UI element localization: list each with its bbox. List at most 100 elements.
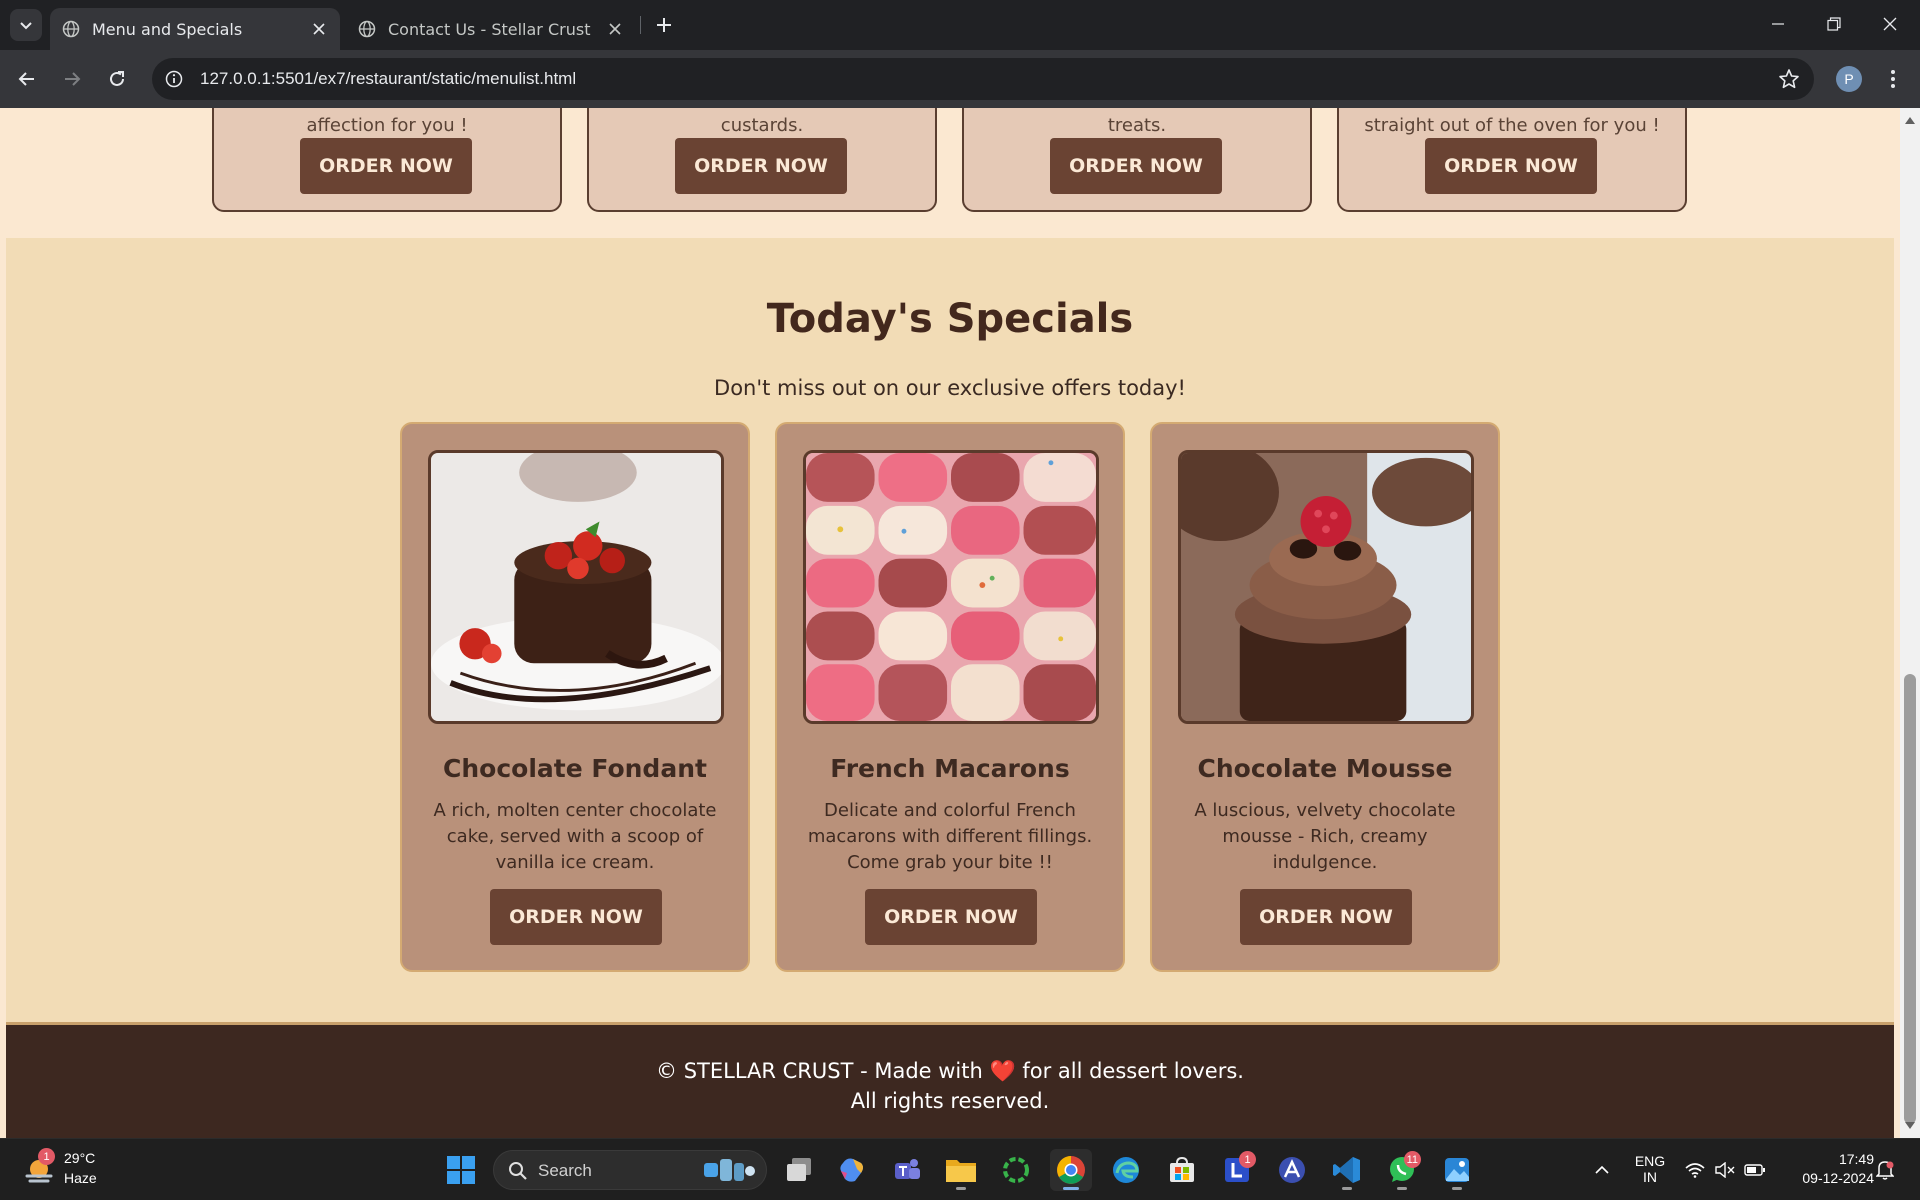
specials-subtitle: Don't miss out on our exclusive offers t…	[714, 376, 1186, 400]
page-scrollbar[interactable]	[1900, 108, 1920, 1138]
special-description: A luscious, velvety chocolate mousse - R…	[1194, 800, 1456, 873]
special-name: Chocolate Mousse	[1197, 754, 1453, 783]
profile-avatar[interactable]: P	[1836, 66, 1862, 92]
special-name: Chocolate Fondant	[443, 754, 707, 783]
arrow-left-icon	[18, 72, 34, 86]
order-now-button[interactable]: ORDER NOW	[865, 889, 1037, 945]
menu-card-text: straight out of the oven for you !	[1364, 115, 1660, 136]
tab-divider	[640, 16, 641, 34]
tab-menu-and-specials[interactable]: Menu and Specials	[50, 8, 340, 50]
more-menu-icon[interactable]	[1880, 64, 1906, 94]
specials-title: Today's Specials	[766, 296, 1134, 342]
todays-specials-section: Today's Specials Don't miss out on our e…	[6, 238, 1894, 1028]
site-info-icon[interactable]	[156, 61, 192, 97]
order-now-button[interactable]: ORDER NOW	[675, 138, 847, 194]
order-now-button[interactable]: ORDER NOW	[1240, 889, 1412, 945]
globe-icon	[62, 20, 80, 38]
page-viewport: affection for you ! ORDER NOW custards. …	[0, 108, 1920, 1138]
scroll-down-arrow-icon[interactable]	[1904, 1120, 1916, 1132]
chevron-up-icon[interactable]	[1582, 1149, 1622, 1191]
new-tab-button[interactable]	[650, 11, 678, 39]
restore-button[interactable]	[1806, 0, 1862, 48]
order-now-button[interactable]: ORDER NOW	[1050, 138, 1222, 194]
special-card-french-macarons: French Macarons Delicate and colorful Fr…	[775, 422, 1125, 972]
tab-contact-us[interactable]: Contact Us - Stellar Crust	[346, 8, 636, 50]
region-code: IN	[1643, 1169, 1657, 1185]
minimize-button[interactable]	[1750, 0, 1806, 48]
arc-app-icon[interactable]	[1271, 1149, 1313, 1191]
windows-logo-icon	[447, 1156, 475, 1184]
search-label: Search	[538, 1161, 592, 1180]
notification-bell-icon[interactable]	[1870, 1149, 1900, 1191]
url-text[interactable]: 127.0.0.1:5501/ex7/restaurant/static/men…	[200, 69, 576, 89]
bookmark-star-icon[interactable]	[1778, 68, 1800, 90]
search-highlight-icon	[704, 1159, 755, 1181]
scroll-up-arrow-icon[interactable]	[1904, 114, 1916, 126]
menu-card-text: affection for you !	[306, 115, 468, 136]
language-code: ENG	[1634, 1153, 1666, 1169]
back-button[interactable]	[10, 62, 44, 96]
battery-icon[interactable]	[1740, 1149, 1770, 1191]
whatsapp-badge: 11	[1403, 1151, 1421, 1168]
taskbar-search[interactable]: Search	[493, 1150, 767, 1190]
weather-badge: 1	[38, 1148, 55, 1165]
copilot-icon[interactable]	[831, 1149, 873, 1191]
menu-card: straight out of the oven for you ! ORDER…	[1337, 108, 1687, 212]
french-macarons-image	[803, 450, 1099, 724]
chocolate-mousse-image	[1178, 450, 1474, 724]
plus-icon	[657, 18, 671, 32]
browser-titlebar: Menu and Specials Contact Us - Stellar C…	[0, 0, 1920, 50]
tab-title: Contact Us - Stellar Crust	[388, 19, 591, 39]
windows-taskbar: 1 29°C Haze Search 1 11 ENG IN 17:49 09-…	[0, 1138, 1920, 1200]
order-now-button[interactable]: ORDER NOW	[1425, 138, 1597, 194]
close-icon[interactable]	[310, 20, 328, 38]
clock[interactable]: 17:49 09-12-2024	[1784, 1151, 1874, 1186]
tab-title: Menu and Specials	[92, 19, 243, 39]
order-now-button[interactable]: ORDER NOW	[490, 889, 662, 945]
order-now-button[interactable]: ORDER NOW	[300, 138, 472, 194]
weather-widget[interactable]: 1 29°C Haze	[20, 1148, 110, 1192]
clock-time: 17:49	[1838, 1151, 1874, 1167]
chocolate-fondant-image	[428, 450, 724, 724]
globe-icon	[358, 20, 376, 38]
reload-button[interactable]	[100, 62, 134, 96]
teams-icon[interactable]	[886, 1149, 928, 1191]
menu-card: custards. ORDER NOW	[587, 108, 937, 212]
lens-app-icon[interactable]: 1	[1216, 1149, 1258, 1191]
special-description: A rich, molten center chocolate cake, se…	[433, 800, 717, 873]
task-view-icon[interactable]	[778, 1149, 820, 1191]
whatsapp-icon[interactable]: 11	[1381, 1149, 1423, 1191]
photos-icon[interactable]	[1436, 1149, 1478, 1191]
vscode-icon[interactable]	[1326, 1149, 1368, 1191]
site-footer: © STELLAR CRUST - Made with ❤️ for all d…	[6, 1022, 1894, 1138]
close-window-button[interactable]	[1862, 0, 1918, 48]
microsoft-store-icon[interactable]	[1161, 1149, 1203, 1191]
wifi-icon[interactable]	[1680, 1149, 1710, 1191]
chevron-down-icon	[20, 22, 32, 30]
special-card-chocolate-mousse: Chocolate Mousse A luscious, velvety cho…	[1150, 422, 1500, 972]
running-indicator	[956, 1187, 966, 1190]
restore-icon	[1827, 17, 1841, 31]
address-bar[interactable]: 127.0.0.1:5501/ex7/restaurant/static/men…	[152, 58, 1814, 100]
scrollbar-thumb[interactable]	[1904, 674, 1916, 1124]
weather-temp: 29°C	[64, 1150, 96, 1166]
footer-copyright-prefix: © STELLAR CRUST - Made with	[656, 1059, 983, 1083]
start-button[interactable]	[440, 1149, 482, 1191]
chrome-icon[interactable]	[1050, 1149, 1092, 1191]
heart-icon: ❤️	[989, 1059, 1016, 1083]
footer-rights: All rights reserved.	[850, 1089, 1050, 1113]
running-indicator	[1342, 1187, 1352, 1190]
language-indicator[interactable]: ENG IN	[1628, 1153, 1672, 1185]
special-card-chocolate-fondant: Chocolate Fondant A rich, molten center …	[400, 422, 750, 972]
close-icon[interactable]	[606, 20, 624, 38]
app-ring-icon[interactable]	[995, 1149, 1037, 1191]
speaker-muted-icon[interactable]	[1710, 1149, 1740, 1191]
edge-icon[interactable]	[1105, 1149, 1147, 1191]
footer-copyright-line: © STELLAR CRUST - Made with ❤️ for all d…	[6, 1059, 1894, 1084]
special-name: French Macarons	[830, 754, 1070, 783]
forward-button[interactable]	[55, 62, 89, 96]
menu-cards-row: affection for you ! ORDER NOW custards. …	[0, 108, 1900, 236]
lens-badge: 1	[1239, 1151, 1256, 1168]
file-explorer-icon[interactable]	[940, 1149, 982, 1191]
tab-search-button[interactable]	[10, 9, 42, 41]
